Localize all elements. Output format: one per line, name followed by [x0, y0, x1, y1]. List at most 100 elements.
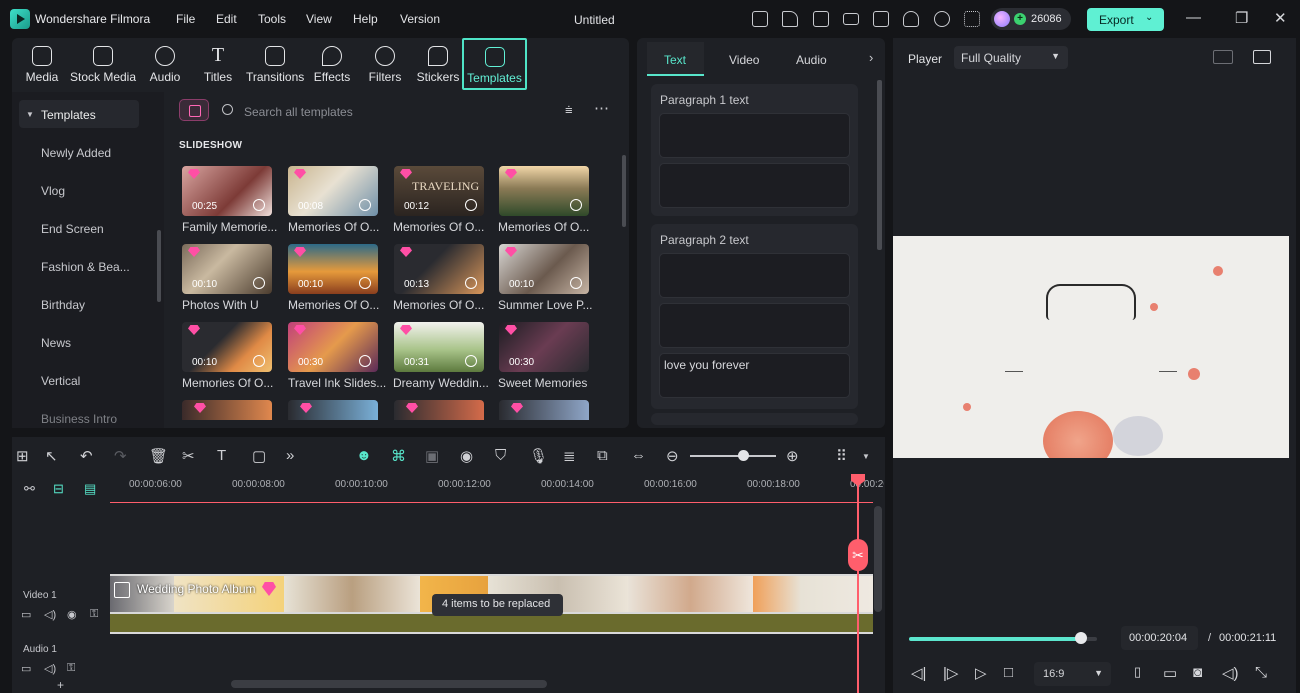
feedback-icon[interactable] — [813, 11, 829, 27]
gift-icon[interactable] — [752, 11, 768, 27]
snapshot-image-icon[interactable] — [1253, 50, 1271, 64]
template-thumb[interactable]: 00:13 — [394, 244, 484, 294]
fullscreen-icon[interactable]: ⤡ — [1255, 664, 1267, 681]
timeline-vscrollbar[interactable] — [874, 506, 882, 612]
template-thumb[interactable]: 00:10 — [499, 244, 589, 294]
add-track-icon[interactable]: ⊟ — [53, 481, 64, 497]
template-thumb[interactable]: 00:30 — [499, 322, 589, 372]
crop-icon[interactable]: ▢ — [252, 447, 266, 465]
template-thumb[interactable] — [182, 400, 272, 420]
volume-icon[interactable]: ◁) — [1222, 664, 1239, 682]
download-icon[interactable] — [253, 277, 265, 289]
send-icon[interactable] — [782, 11, 798, 27]
redo-icon[interactable]: ↷ — [114, 447, 127, 465]
support-headset-icon[interactable] — [934, 11, 950, 27]
text-field[interactable] — [659, 253, 850, 298]
tab-audio-props[interactable]: Audio — [796, 53, 827, 67]
menu-tools[interactable]: Tools — [258, 12, 286, 26]
download-icon[interactable] — [465, 277, 477, 289]
search-input[interactable]: Search all templates — [244, 105, 353, 119]
premium-templates-button[interactable] — [179, 99, 209, 121]
timeline-hscrollbar[interactable] — [231, 680, 547, 688]
render-icon[interactable]: ◉ — [460, 447, 473, 465]
template-thumb[interactable] — [499, 166, 589, 216]
undo-icon[interactable]: ↶ — [80, 447, 93, 465]
template-thumb[interactable] — [394, 400, 484, 420]
fit-icon[interactable]: ⇔ — [631, 447, 646, 464]
display-icon[interactable] — [843, 13, 859, 25]
folder-icon[interactable]: ▭ — [21, 608, 31, 621]
zoom-slider[interactable] — [690, 455, 776, 457]
ai-face-icon[interactable]: ☻ — [356, 447, 372, 464]
zoom-slider-handle[interactable] — [738, 450, 749, 461]
tab-audio[interactable]: Audio — [140, 44, 190, 90]
sidebar-item-vlog[interactable]: Vlog — [41, 184, 65, 198]
tab-stock-media[interactable]: Stock Media — [68, 44, 138, 90]
apps-grid-icon[interactable] — [964, 11, 980, 27]
template-thumb[interactable]: 00:10 — [288, 244, 378, 294]
grid-view-icon[interactable] — [1213, 50, 1233, 64]
download-icon[interactable] — [359, 277, 371, 289]
tab-stickers[interactable]: Stickers — [413, 44, 463, 90]
tab-video[interactable]: Video — [729, 53, 759, 67]
lock-icon[interactable]: ⚿ — [67, 662, 75, 675]
replace-icon[interactable]: ⧉ — [597, 447, 608, 464]
text-field[interactable] — [659, 113, 850, 158]
speaker-icon[interactable]: ◁) — [44, 662, 56, 675]
menu-edit[interactable]: Edit — [216, 12, 237, 26]
content-scrollbar[interactable] — [622, 155, 626, 227]
sidebar-item-fashion[interactable]: Fashion & Bea... — [41, 260, 130, 274]
template-thumb[interactable] — [499, 400, 589, 420]
eye-icon[interactable]: ◉ — [67, 608, 77, 621]
chevron-right-icon[interactable]: › — [869, 50, 873, 65]
tab-media[interactable]: Media — [17, 44, 67, 90]
sidebar-item-news[interactable]: News — [41, 336, 71, 350]
menu-version[interactable]: Version — [400, 12, 440, 26]
download-icon[interactable] — [570, 277, 582, 289]
save-icon[interactable] — [873, 11, 889, 27]
download-icon[interactable] — [253, 199, 265, 211]
delete-icon[interactable]: 🗑 — [149, 447, 168, 465]
more-tools-icon[interactable]: » — [286, 447, 294, 464]
template-thumb[interactable]: 00:10 — [182, 322, 272, 372]
more-options-icon[interactable]: ⋯ — [594, 99, 609, 117]
prev-frame-icon[interactable]: ◁| — [911, 664, 926, 682]
sidebar-scrollbar[interactable] — [157, 230, 161, 302]
sidebar-item-end-screen[interactable]: End Screen — [41, 222, 104, 236]
snap-icon[interactable]: ⌘ — [391, 447, 406, 465]
download-icon[interactable] — [253, 355, 265, 367]
menu-view[interactable]: View — [306, 12, 332, 26]
audio-list-icon[interactable]: ≣ — [563, 447, 576, 465]
sidebar-item-vertical[interactable]: Vertical — [41, 374, 80, 388]
tab-filters[interactable]: Filters — [360, 44, 410, 90]
tab-titles[interactable]: T Titles — [193, 44, 243, 90]
sidebar-item-birthday[interactable]: Birthday — [41, 298, 85, 312]
template-thumb[interactable] — [288, 400, 378, 420]
grid-dots-icon[interactable]: ⠿ — [836, 447, 847, 465]
tab-effects[interactable]: Effects — [307, 44, 357, 90]
lock-icon[interactable]: ⚿ — [90, 608, 98, 621]
shield-icon[interactable]: ⛉ — [495, 447, 506, 464]
stop-icon[interactable]: □ — [1004, 664, 1013, 681]
close-icon[interactable]: ✕ — [1274, 9, 1287, 27]
text-field[interactable] — [659, 163, 850, 208]
text-field[interactable] — [659, 303, 850, 348]
folder-icon[interactable]: ▭ — [21, 662, 31, 675]
template-thumb[interactable]: 00:10 — [182, 244, 272, 294]
template-thumb[interactable]: 00:08 — [288, 166, 378, 216]
properties-scrollbar[interactable] — [877, 80, 882, 250]
avatar[interactable] — [994, 11, 1010, 27]
tab-templates[interactable]: Templates — [462, 38, 527, 90]
audio-waveform[interactable] — [110, 614, 873, 634]
track-manager-icon[interactable]: ▤ — [84, 481, 96, 497]
download-icon[interactable] — [570, 199, 582, 211]
sidebar-item-business-intro[interactable]: Business Intro — [41, 412, 117, 426]
chevron-down-icon[interactable]: ▼ — [862, 452, 870, 461]
download-icon[interactable] — [359, 355, 371, 367]
zoom-in-icon[interactable]: ⊕ — [786, 447, 799, 465]
zoom-out-icon[interactable]: ⊖ — [666, 447, 679, 465]
download-icon[interactable] — [465, 355, 477, 367]
camera-icon[interactable]: ◙ — [1193, 664, 1202, 681]
cloud-upload-icon[interactable] — [903, 11, 919, 27]
template-thumb[interactable]: TRAVELING 00:12 — [394, 166, 484, 216]
